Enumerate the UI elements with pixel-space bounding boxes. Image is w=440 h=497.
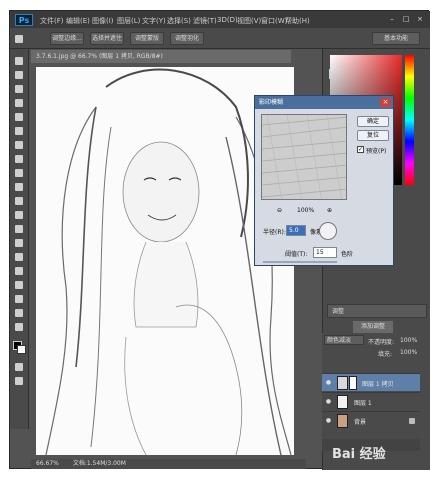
adjustments-header[interactable]: 调整 [327, 304, 427, 318]
filter-preview[interactable] [261, 114, 347, 200]
layer-name: 图层 1 [354, 400, 372, 407]
layer-thumbnail [337, 414, 348, 428]
layer-thumbnail [337, 376, 348, 390]
select-mask-button[interactable]: 选择并遮住 [90, 32, 124, 45]
opacity-label: 不透明度: [368, 339, 395, 346]
hand-tool-icon[interactable] [15, 309, 23, 317]
eye-icon[interactable]: ● [325, 417, 332, 424]
move-tool-icon[interactable] [15, 57, 23, 65]
screen-mode-icon[interactable] [15, 377, 23, 385]
menu-bar: Ps 文件(F) 编辑(E) 图像(I) 图层(L) 文字(Y) 选择(S) 滤… [10, 11, 430, 28]
zoom-in-icon[interactable]: ⊕ [327, 207, 332, 214]
eyedropper-tool-icon[interactable] [15, 127, 23, 135]
tools-panel [10, 49, 29, 429]
history-brush-icon[interactable] [15, 183, 23, 191]
threshold-label: 阈值(T): [285, 251, 308, 258]
options-bar: 调整边缘... 选择并遮住 调整蒙版 调整羽化 基本功能 [10, 28, 430, 49]
layer-row[interactable]: ● 图层 1 拷贝 [322, 373, 420, 391]
dodge-tool-icon[interactable] [15, 239, 23, 247]
angle-dial[interactable] [319, 222, 337, 240]
workspace-select[interactable]: 基本功能 [372, 32, 420, 45]
preview-zoom: 100% [297, 207, 315, 214]
zoom-level[interactable]: 66.67% [36, 460, 59, 467]
threshold-input[interactable]: 15 [313, 247, 337, 258]
adjust-feather-button[interactable]: 调整羽化 [170, 32, 204, 45]
menu-help[interactable]: 帮助(H) [285, 16, 310, 26]
refine-edge-button[interactable]: 调整边缘... [50, 32, 84, 45]
menu-layer[interactable]: 图层(L) [117, 16, 140, 26]
radius-input[interactable]: 5.0 [286, 225, 306, 236]
eraser-tool-icon[interactable] [15, 197, 23, 205]
minimize-button[interactable]: – [386, 14, 398, 24]
preview-texture [262, 115, 346, 199]
menu-3d[interactable]: 3D(D) [217, 16, 238, 24]
dialog-title: 影印模糊 [255, 96, 393, 109]
close-button[interactable]: × [414, 14, 426, 24]
gradient-tool-icon[interactable] [15, 211, 23, 219]
threshold-unit: 色阶 [341, 251, 354, 258]
layer-thumbnail [337, 395, 348, 409]
document-tab[interactable]: 3.7.6.1.jpg @ 66.7% (图层 1 拷贝, RGB/8#) [31, 50, 291, 63]
menu-window[interactable]: 窗口(W) [261, 16, 287, 26]
hue-slider[interactable] [405, 55, 414, 185]
background-color-swatch[interactable] [17, 345, 26, 354]
menu-file[interactable]: 文件(F) [40, 16, 64, 26]
layer-name: 背景 [354, 419, 367, 426]
filter-dialog: 影印模糊 × 确定 复位 ✓ 预览(P) ⊖ 100% ⊕ 半径(R): 5.0… [254, 95, 394, 266]
layer-name: 图层 1 拷贝 [362, 381, 394, 388]
fill-value[interactable]: 100% [400, 349, 417, 356]
fill-label: 填充: [378, 351, 393, 358]
quick-select-icon[interactable] [15, 99, 23, 107]
quick-mask-icon[interactable] [15, 363, 23, 371]
maximize-button[interactable]: □ [400, 14, 412, 24]
marquee-tool-icon[interactable] [15, 71, 23, 79]
eye-icon[interactable]: ● [325, 398, 332, 405]
lasso-tool-icon[interactable] [15, 85, 23, 93]
layer-row[interactable]: ● 背景 [322, 411, 420, 429]
menu-filter[interactable]: 滤镜(T) [193, 16, 217, 26]
shape-tool-icon[interactable] [15, 295, 23, 303]
crop-tool-icon[interactable] [15, 113, 23, 121]
document-size: 文档:1.54M/3.00M [72, 460, 126, 467]
opacity-value[interactable]: 100% [400, 337, 417, 344]
layers-panel: 颜色减淡 不透明度: 100% 填充: 100% ● 图层 1 拷贝 ● 图层 … [322, 333, 420, 451]
ps-logo-icon: Ps [15, 14, 33, 26]
menu-view[interactable]: 视图(V) [237, 16, 261, 26]
healing-brush-icon[interactable] [15, 141, 23, 149]
preview-checkbox[interactable]: ✓ [357, 146, 364, 153]
layer-row[interactable]: ● 图层 1 [322, 392, 420, 410]
zoom-out-icon[interactable]: ⊖ [277, 207, 282, 214]
menu-type[interactable]: 文字(Y) [142, 16, 166, 26]
blur-tool-icon[interactable] [15, 225, 23, 233]
quick-select-tool-icon[interactable] [15, 35, 23, 43]
menu-select[interactable]: 选择(S) [167, 16, 191, 26]
ok-button[interactable]: 确定 [357, 116, 389, 127]
menu-image[interactable]: 图像(I) [92, 16, 114, 26]
menu-edit[interactable]: 编辑(E) [66, 16, 90, 26]
blend-mode-select[interactable]: 颜色减淡 [324, 335, 364, 345]
reset-button[interactable]: 复位 [357, 130, 389, 141]
adjust-mask-button[interactable]: 调整蒙版 [130, 32, 164, 45]
clone-stamp-icon[interactable] [15, 169, 23, 177]
dialog-close-icon[interactable]: × [380, 98, 391, 107]
radius-label: 半径(R): [263, 229, 286, 236]
add-adjustment-button[interactable]: 添加调整 [353, 321, 393, 333]
baidu-watermark: Bai 经验 [332, 447, 386, 462]
lock-icon [409, 418, 415, 424]
status-bar: 66.67% 文档:1.54M/3.00M [31, 459, 306, 469]
preview-label: 预览(P) [366, 148, 387, 155]
path-select-icon[interactable] [15, 281, 23, 289]
layer-mask-thumbnail [349, 376, 357, 390]
type-tool-icon[interactable] [15, 267, 23, 275]
zoom-tool-icon[interactable] [15, 323, 23, 331]
brush-tool-icon[interactable] [15, 155, 23, 163]
pen-tool-icon[interactable] [15, 253, 23, 261]
eye-icon[interactable]: ● [325, 379, 332, 386]
threshold-slider[interactable] [263, 261, 337, 263]
